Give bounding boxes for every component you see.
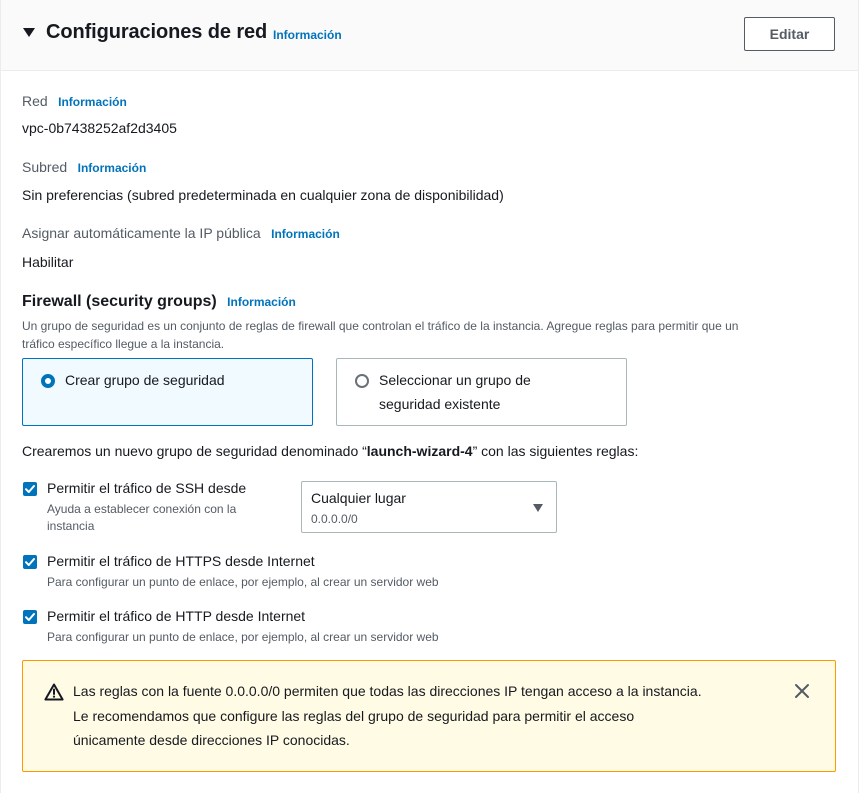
- check-icon: [25, 485, 35, 493]
- ssh-rule-checkbox[interactable]: [23, 482, 37, 496]
- network-info-link[interactable]: Información: [58, 95, 127, 109]
- warning-alert-text: Las reglas con la fuente 0.0.0.0/0 permi…: [73, 679, 793, 753]
- select-existing-group-tile[interactable]: Seleccionar un grupo de seguridad existe…: [336, 358, 627, 426]
- ssh-rule-description-line2: instancia: [47, 519, 95, 533]
- subnet-info-link[interactable]: Información: [78, 161, 147, 175]
- network-label: Red: [22, 93, 48, 109]
- new-group-prefix: Crearemos un nuevo grupo de seguridad de…: [22, 443, 367, 459]
- warning-alert: Las reglas con la fuente 0.0.0.0/0 permi…: [22, 660, 836, 772]
- create-security-group-label: Crear grupo de seguridad: [65, 372, 225, 388]
- network-settings-panel: Configuraciones de red Información Edita…: [0, 0, 859, 793]
- new-group-sentence: Crearemos un nuevo grupo de seguridad de…: [22, 443, 638, 459]
- https-rule-checkbox[interactable]: [23, 555, 37, 569]
- firewall-title: Firewall (security groups): [22, 293, 217, 310]
- ssh-rule-description-line1: Ayuda a establecer conexión con la: [47, 502, 237, 516]
- network-field: Red Información: [22, 93, 127, 111]
- http-rule-checkbox[interactable]: [23, 610, 37, 624]
- warning-alert-line1: Las reglas con la fuente 0.0.0.0/0 permi…: [73, 683, 702, 699]
- panel-title: Configuraciones de red: [46, 21, 268, 43]
- https-rule-label: Permitir el tráfico de HTTPS desde Inter…: [47, 553, 315, 569]
- network-value: vpc-0b7438252af2d3405: [22, 120, 177, 136]
- panel-header: Configuraciones de red Información Edita…: [1, 0, 858, 71]
- caret-down-icon: [533, 504, 543, 512]
- close-icon[interactable]: [794, 683, 810, 699]
- ssh-rule-label: Permitir el tráfico de SSH desde: [47, 480, 247, 496]
- new-group-name: launch-wizard-4: [366, 443, 473, 459]
- ssh-source-selected: Cualquier lugar: [311, 490, 406, 506]
- ssh-source-detail: 0.0.0.0/0: [311, 512, 358, 526]
- public-ip-value: Habilitar: [22, 254, 74, 270]
- select-existing-group-label-line2: seguridad existente: [379, 396, 501, 412]
- collapse-caret-icon[interactable]: [23, 28, 35, 37]
- public-ip-info-link[interactable]: Información: [271, 227, 340, 241]
- subnet-value: Sin preferencias (subred predeterminada …: [22, 187, 504, 203]
- edit-button[interactable]: Editar: [744, 17, 835, 51]
- firewall-description-line2: tráfico específico llegue a la instancia…: [22, 337, 225, 351]
- http-rule-label: Permitir el tráfico de HTTP desde Intern…: [47, 608, 306, 624]
- ssh-rule-description: Ayuda a establecer conexión con la insta…: [47, 501, 236, 535]
- firewall-description-line1: Un grupo de seguridad es un conjunto de …: [22, 319, 739, 333]
- check-icon: [25, 558, 35, 566]
- public-ip-field: Asignar automáticamente la IP pública In…: [22, 225, 340, 243]
- header-info-link[interactable]: Información: [273, 28, 342, 42]
- check-icon: [25, 613, 35, 621]
- subnet-label: Subred: [22, 159, 68, 175]
- http-rule-description: Para configurar un punto de enlace, por …: [47, 630, 439, 644]
- select-existing-group-radio[interactable]: [355, 374, 369, 388]
- https-rule-description: Para configurar un punto de enlace, por …: [47, 575, 439, 589]
- create-security-group-radio[interactable]: [41, 374, 55, 388]
- firewall-heading: Firewall (security groups) Información: [22, 293, 296, 311]
- warning-alert-line3: únicamente desde direcciones IP conocida…: [73, 732, 350, 748]
- firewall-description: Un grupo de seguridad es un conjunto de …: [22, 317, 842, 353]
- ssh-source-select[interactable]: Cualquier lugar 0.0.0.0/0: [301, 481, 557, 533]
- warning-icon: [44, 683, 64, 701]
- select-existing-group-label-line1: Seleccionar un grupo de: [379, 372, 531, 388]
- select-existing-group-label: Seleccionar un grupo de seguridad existe…: [379, 368, 531, 416]
- new-group-suffix: ” con las siguientes reglas:: [472, 443, 639, 459]
- warning-alert-line2: Le recomendamos que configure las reglas…: [73, 707, 635, 724]
- public-ip-label: Asignar automáticamente la IP pública: [22, 225, 261, 241]
- create-security-group-tile[interactable]: Crear grupo de seguridad: [22, 358, 313, 426]
- subnet-field: Subred Información: [22, 159, 146, 177]
- firewall-info-link[interactable]: Información: [227, 295, 296, 309]
